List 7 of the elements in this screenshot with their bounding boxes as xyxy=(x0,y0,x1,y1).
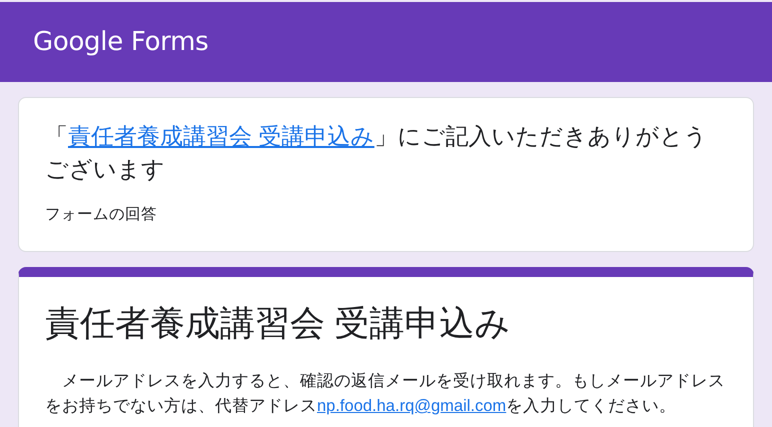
email-link[interactable]: np.food.ha.rq@gmail.com xyxy=(317,397,506,415)
confirmation-message: 「責任者養成講習会 受講申込み」にご記入いただきありがとうございます xyxy=(45,122,708,184)
form-description: メールアドレスを入力すると、確認の返信メールを受け取れます。もしメールアドレスをお持ちでない方は、代替アドレス np.food.ha.rq@gmail.comを入力してください。 xyxy=(45,371,726,417)
form-title: 責任者養成講習会 受講申込み xyxy=(45,303,512,345)
subtitle: フォームの回答 xyxy=(45,205,158,225)
app-logo[interactable]: Google Forms xyxy=(33,27,208,57)
form-link[interactable]: 責任者養成講習会 受講申込み xyxy=(68,123,374,149)
